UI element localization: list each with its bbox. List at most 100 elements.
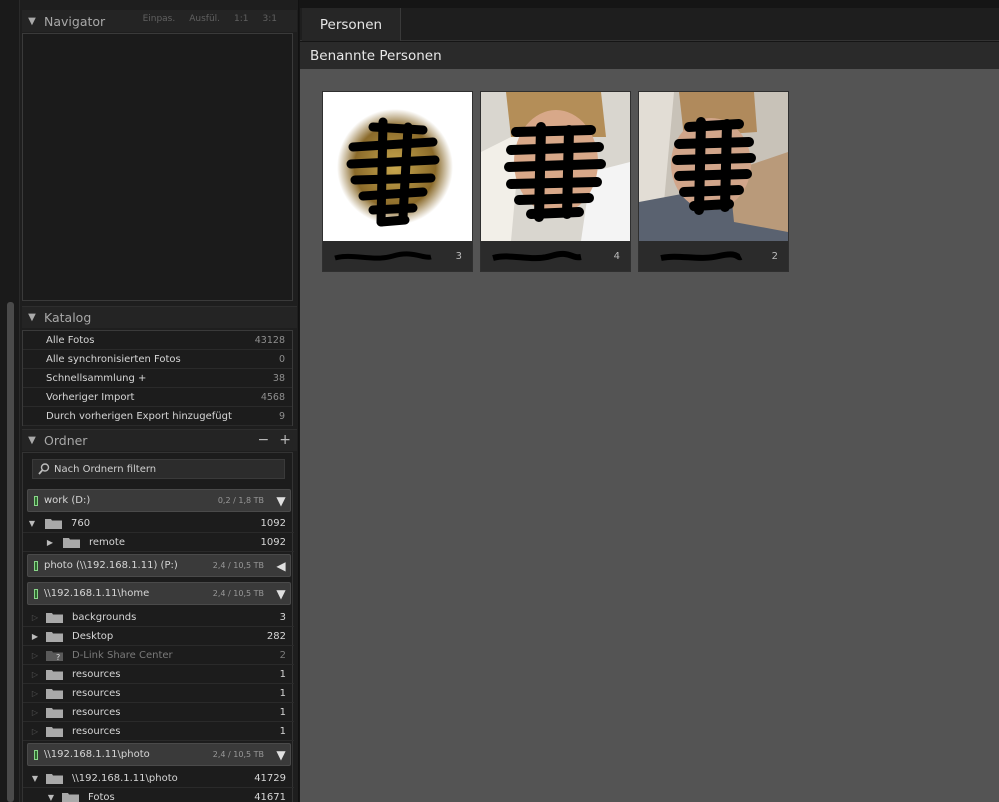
folder-count: 1: [279, 687, 286, 699]
zoom-mode-1-1[interactable]: 1:1: [234, 14, 248, 24]
volume-size: 2,4 / 10,5 TB: [212, 561, 264, 570]
person-card[interactable]: 3: [322, 91, 473, 272]
collapse-triangle-left-icon[interactable]: ◀: [272, 559, 290, 573]
folder-icon: [62, 792, 79, 802]
disclosure-open-icon[interactable]: ▼: [46, 793, 56, 802]
left-scrollbar-thumb[interactable]: [7, 302, 14, 802]
disclosure-empty-icon: ▷: [31, 650, 39, 660]
volume-home[interactable]: \\192.168.1.11\home 2,4 / 10,5 TB ▼: [27, 582, 291, 605]
folder-filter-input[interactable]: Nach Ordnern filtern: [32, 459, 285, 479]
add-folder-button[interactable]: +: [279, 432, 291, 448]
folder-name: Fotos: [88, 791, 115, 802]
tab-personen[interactable]: Personen: [302, 8, 401, 41]
volume-photo-p[interactable]: photo (\\192.168.1.11) (P:) 2,4 / 10,5 T…: [27, 554, 291, 577]
left-scrollbar[interactable]: [0, 0, 20, 802]
drive-status-icon: [34, 749, 38, 760]
folder-count: 282: [266, 630, 286, 642]
person-photo-count: 2: [771, 251, 778, 262]
katalog-item-count: 9: [278, 410, 285, 422]
person-thumbnail[interactable]: [323, 92, 472, 241]
zoom-mode-3-1[interactable]: 3:1: [263, 14, 277, 24]
folder-count: 41671: [254, 791, 286, 802]
person-thumbnail[interactable]: [639, 92, 788, 241]
folder-icon: [46, 612, 63, 623]
katalog-item-all-photos[interactable]: Alle Fotos 43128: [23, 331, 292, 350]
folder-name: D-Link Share Center: [72, 649, 173, 661]
drive-status-icon: [34, 588, 38, 599]
folder-row[interactable]: ▷ resources 1: [23, 684, 294, 703]
person-photo-count: 3: [455, 251, 462, 262]
navigator-preview[interactable]: [22, 33, 293, 301]
expand-triangle-icon[interactable]: ▼: [272, 748, 290, 762]
view-tab-bar: Personen: [300, 8, 999, 41]
expand-triangle-icon[interactable]: ▼: [272, 587, 290, 601]
navigator-panel-header[interactable]: ▼ Navigator Einpas. Ausfül. 1:1 3:1: [22, 10, 297, 32]
katalog-item-synced-photos[interactable]: Alle synchronisierten Fotos 0: [23, 350, 292, 369]
zoom-mode-fit[interactable]: Einpas.: [143, 14, 176, 24]
left-panel: ▼ Navigator Einpas. Ausfül. 1:1 3:1 ▼ Ka…: [0, 0, 299, 802]
remove-folder-button[interactable]: −: [258, 432, 270, 448]
volume-photo-share[interactable]: \\192.168.1.11\photo 2,4 / 10,5 TB ▼: [27, 743, 291, 766]
navigator-title: Navigator: [44, 13, 106, 29]
katalog-item-label: Schnellsammlung +: [46, 372, 147, 384]
folder-row-missing[interactable]: ▷ ? D-Link Share Center 2: [23, 646, 294, 665]
folder-count: 1: [279, 725, 286, 737]
katalog-panel-header[interactable]: ▼ Katalog: [22, 306, 297, 328]
ordner-panel-header[interactable]: ▼ Ordner − +: [22, 429, 297, 451]
katalog-item-previous-export[interactable]: Durch vorherigen Export hinzugefügt 9: [23, 407, 292, 426]
collapse-triangle-icon[interactable]: ▼: [22, 16, 42, 27]
katalog-item-quick-collection[interactable]: Schnellsammlung + 38: [23, 369, 292, 388]
expand-triangle-icon[interactable]: ▼: [272, 494, 290, 508]
volume-name: photo (\\192.168.1.11) (P:): [44, 560, 178, 571]
folder-row[interactable]: ▼ \\192.168.1.11\photo 41729: [23, 769, 294, 788]
folder-row[interactable]: ▷ resources 1: [23, 703, 294, 722]
person-card[interactable]: 2: [638, 91, 789, 272]
disclosure-closed-icon[interactable]: ▶: [45, 538, 55, 547]
disclosure-open-icon[interactable]: ▼: [27, 519, 37, 528]
navigator-zoom-modes: Einpas. Ausfül. 1:1 3:1: [143, 14, 277, 24]
folder-icon: [46, 773, 63, 784]
katalog-item-count: 43128: [254, 334, 285, 346]
folder-row[interactable]: ▷ backgrounds 3: [23, 608, 294, 627]
folder-row[interactable]: ▷ resources 1: [23, 665, 294, 684]
redacted-name-mark: [492, 250, 582, 262]
collapse-triangle-icon[interactable]: ▼: [22, 312, 42, 323]
folder-row[interactable]: ▶ Desktop 282: [23, 627, 294, 646]
folder-icon: [46, 726, 63, 737]
redacted-name-mark: [660, 251, 743, 261]
katalog-item-count: 38: [272, 372, 285, 384]
folder-count: 41729: [254, 772, 286, 784]
disclosure-empty-icon: ▷: [31, 688, 39, 698]
zoom-mode-fill[interactable]: Ausfül.: [189, 14, 220, 24]
folder-row[interactable]: ▼ 760 1092: [23, 514, 294, 533]
folder-count: 1: [279, 706, 286, 718]
person-card[interactable]: 4: [480, 91, 631, 272]
folder-icon: [63, 537, 80, 548]
collapse-triangle-icon[interactable]: ▼: [22, 435, 42, 446]
folder-row[interactable]: ▷ resources 1: [23, 722, 294, 741]
folder-name: Desktop: [72, 630, 114, 642]
folder-count: 1092: [260, 536, 286, 548]
person-thumbnail[interactable]: [481, 92, 630, 241]
folder-name: resources: [72, 668, 121, 680]
folder-name: resources: [72, 687, 121, 699]
katalog-title: Katalog: [44, 310, 92, 325]
volume-work[interactable]: work (D:) 0,2 / 1,8 TB ▼: [27, 489, 291, 512]
folder-count: 1092: [260, 517, 286, 529]
folder-name: 760: [71, 517, 91, 529]
disclosure-empty-icon: ▷: [31, 726, 39, 736]
disclosure-closed-icon[interactable]: ▶: [30, 632, 40, 641]
people-grid: 3 4 2: [300, 69, 999, 802]
katalog-item-previous-import[interactable]: Vorheriger Import 4568: [23, 388, 292, 407]
katalog-item-label: Vorheriger Import: [46, 391, 135, 403]
disclosure-open-icon[interactable]: ▼: [30, 774, 40, 783]
folder-row[interactable]: ▼ Fotos 41671: [23, 788, 294, 802]
drive-status-icon: [34, 495, 38, 506]
disclosure-empty-icon: ▷: [31, 669, 39, 679]
disclosure-empty-icon: ▷: [31, 612, 39, 622]
folder-name: resources: [72, 725, 121, 737]
volume-size: 2,4 / 10,5 TB: [212, 589, 264, 598]
folder-name: backgrounds: [72, 611, 137, 623]
disclosure-empty-icon: ▷: [31, 707, 39, 717]
folder-row[interactable]: ▶ remote 1092: [23, 533, 294, 552]
